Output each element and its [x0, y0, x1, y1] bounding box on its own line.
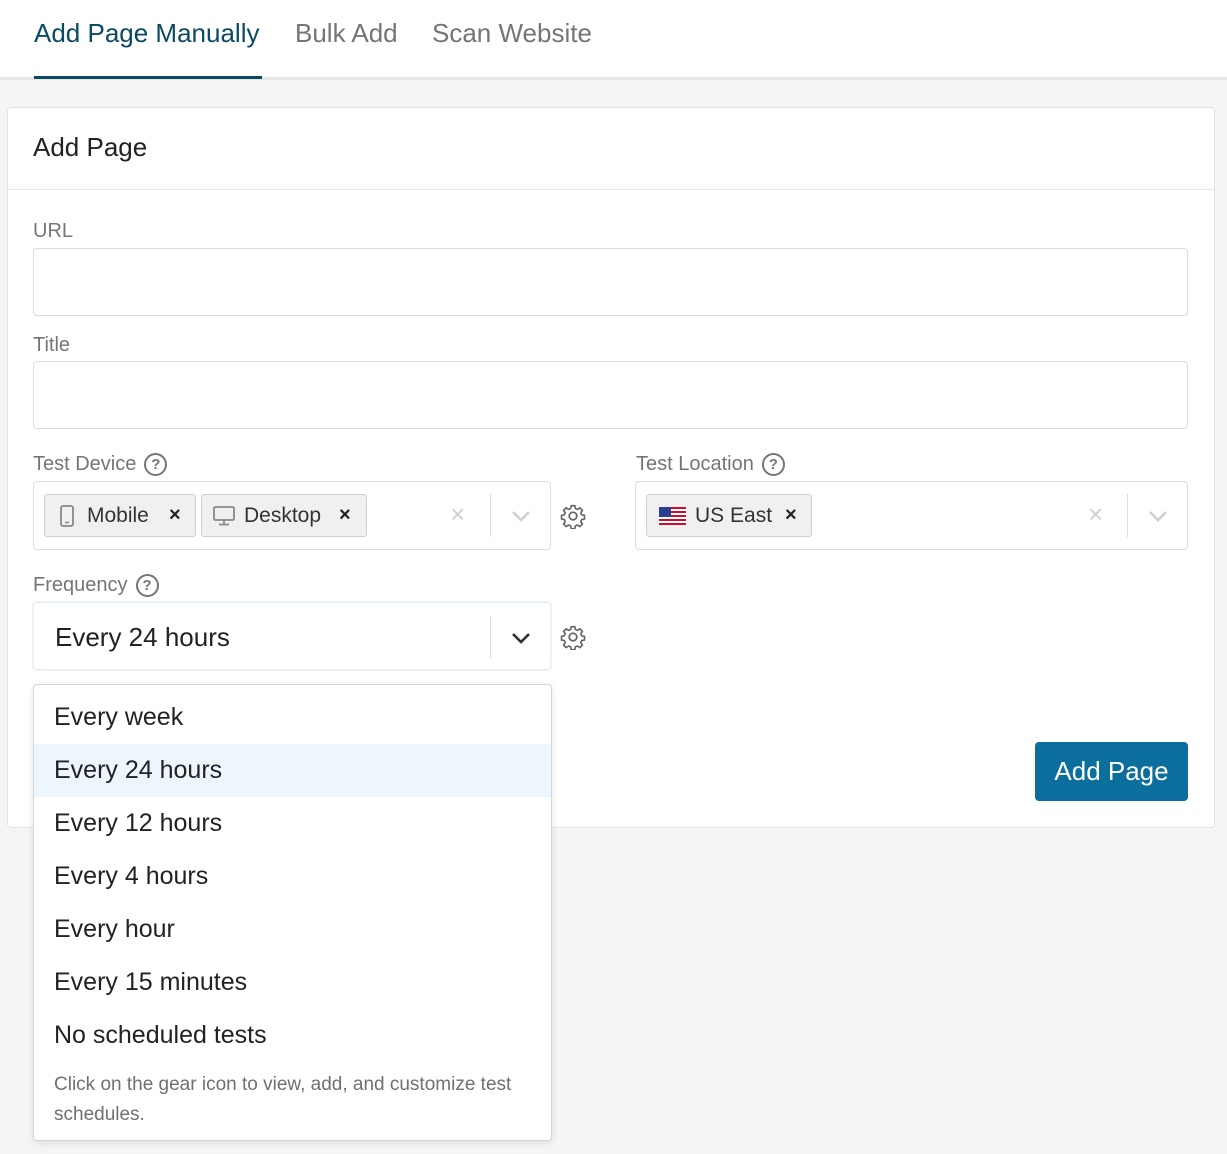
location-chip-us-east: US East ×	[646, 494, 812, 537]
select-separator	[1127, 494, 1128, 537]
help-icon[interactable]: ?	[761, 453, 785, 476]
frequency-select[interactable]: Every 24 hours	[33, 602, 551, 670]
device-chip-mobile: Mobile ×	[44, 494, 196, 537]
clear-locations-icon[interactable]: ×	[1088, 499, 1103, 530]
tab-bulk-add[interactable]: Bulk Add	[295, 18, 398, 49]
card-title: Add Page	[33, 132, 148, 162]
card-header: Add Page	[8, 108, 1214, 190]
device-chip-desktop: Desktop ×	[201, 494, 367, 537]
tab-scan-website[interactable]: Scan Website	[432, 18, 592, 49]
test-location-label-text: Test Location	[636, 453, 754, 475]
mobile-icon	[55, 504, 79, 528]
test-device-label: Test Device ?	[33, 453, 168, 476]
title-label-text: Title	[33, 334, 71, 356]
tab-add-page-manually[interactable]: Add Page Manually	[34, 18, 259, 49]
location-chip-label: US East	[695, 503, 773, 527]
remove-desktop-button[interactable]: ×	[339, 504, 351, 527]
test-location-label: Test Location ?	[636, 453, 785, 476]
remove-us-east-button[interactable]: ×	[785, 504, 797, 527]
chevron-down-icon[interactable]	[510, 627, 532, 649]
chevron-down-icon[interactable]	[510, 505, 532, 527]
tab-bar: Add Page Manually Bulk Add Scan Website	[0, 0, 1227, 80]
title-input[interactable]	[33, 361, 1188, 429]
help-icon[interactable]: ?	[135, 574, 159, 597]
help-icon[interactable]: ?	[144, 453, 168, 476]
url-input[interactable]	[33, 248, 1188, 316]
menu-option-every-12-hours[interactable]: Every 12 hours	[34, 797, 551, 850]
frequency-label: Frequency ?	[33, 574, 159, 597]
device-chip-label: Desktop	[244, 503, 322, 527]
frequency-label-text: Frequency	[33, 574, 128, 596]
frequency-selected-value: Every 24 hours	[55, 622, 230, 652]
device-chip-label: Mobile	[87, 503, 149, 527]
menu-option-every-15-minutes[interactable]: Every 15 minutes	[34, 956, 551, 1009]
remove-mobile-button[interactable]: ×	[169, 504, 181, 527]
clear-devices-icon[interactable]: ×	[450, 499, 465, 530]
chevron-down-icon[interactable]	[1147, 505, 1169, 527]
url-label: URL	[33, 220, 73, 243]
menu-option-every-week[interactable]: Every week	[34, 691, 551, 744]
select-separator	[490, 494, 491, 537]
menu-option-no-scheduled-tests[interactable]: No scheduled tests	[34, 1009, 551, 1062]
menu-option-every-24-hours[interactable]: Every 24 hours	[34, 744, 551, 797]
us-flag-icon	[657, 504, 687, 528]
frequency-gear-icon[interactable]	[560, 624, 586, 650]
test-location-select[interactable]: US East × ×	[635, 481, 1188, 550]
desktop-icon	[212, 504, 236, 528]
test-device-select[interactable]: Mobile × Desktop × ×	[33, 481, 551, 550]
select-separator	[490, 616, 491, 658]
test-device-label-text: Test Device	[33, 453, 137, 475]
add-page-button[interactable]: Add Page	[1035, 742, 1188, 801]
menu-option-every-4-hours[interactable]: Every 4 hours	[34, 850, 551, 903]
frequency-dropdown-menu: Every week Every 24 hours Every 12 hours…	[33, 684, 552, 1141]
menu-option-every-hour[interactable]: Every hour	[34, 903, 551, 956]
title-label: Title	[33, 334, 70, 357]
active-tab-indicator	[34, 76, 262, 79]
device-gear-icon[interactable]	[560, 503, 586, 529]
menu-hint-text: Click on the gear icon to view, add, and…	[54, 1074, 512, 1125]
url-label-text: URL	[33, 220, 74, 242]
